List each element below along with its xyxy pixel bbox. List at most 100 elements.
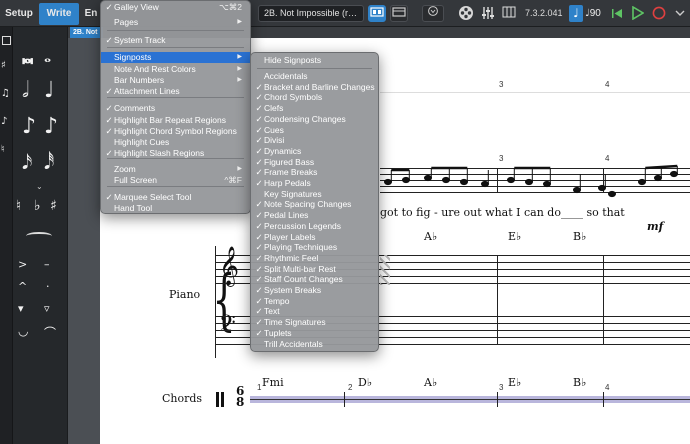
tab-engrave[interactable]: En [80, 3, 102, 25]
menu-item-highlight-bar-repeat-regions[interactable]: ✓ Highlight Bar Repeat Regions [101, 115, 250, 126]
signpost-item-text[interactable]: ✓ Text [251, 306, 378, 317]
sixteenth-note-icon[interactable]: 𝅘𝅥𝅯 [22, 150, 32, 174]
signpost-item-staff-count-changes[interactable]: ✓ Staff Count Changes [251, 274, 378, 285]
signpost-item-accidentals[interactable]: Accidentals [251, 71, 378, 82]
menu-item-hand-tool[interactable]: Hand Tool [101, 203, 250, 214]
menu-item-label: Dynamics [264, 145, 302, 156]
signpost-item-figured-bass[interactable]: ✓ Figured Bass [251, 157, 378, 168]
chevron-down-icon[interactable]: ⌄ [36, 182, 43, 191]
menu-item-highlight-cues[interactable]: Highlight Cues [101, 137, 250, 148]
marcato-icon[interactable]: ^ [18, 280, 27, 293]
flow-tab[interactable]: 2B. Not [70, 27, 103, 38]
layout-select[interactable]: 2B. Not Impossible (r… [258, 5, 364, 22]
signpost-item-rhythmic-feel[interactable]: ✓ Rhythmic Feel [251, 253, 378, 264]
toggle-panel-button[interactable] [390, 5, 408, 22]
submenu-arrow-icon: ▶ [237, 66, 242, 72]
signpost-item-dynamics[interactable]: ✓ Dynamics [251, 146, 378, 157]
signpost-item-playing-techniques[interactable]: ✓ Playing Techniques [251, 242, 378, 253]
half-note-icon[interactable]: 𝅗𝅥 [22, 78, 29, 103]
signpost-item-tempo[interactable]: ✓ Tempo [251, 296, 378, 307]
view-menu: ✓ Galley View ⌥⌘2 Pages ▶ ✓ System Track Signpo… [100, 0, 251, 214]
menu-item-zoom[interactable]: Zoom ▶ [101, 164, 250, 175]
slur-icon[interactable] [26, 232, 52, 240]
menu-item-highlight-chord-symbol-regions[interactable]: ✓ Highlight Chord Symbol Regions [101, 126, 250, 137]
signpost-item-condensing-changes[interactable]: ✓ Condensing Changes [251, 114, 378, 125]
signpost-item-bracket-and-barline-changes[interactable]: ✓ Bracket and Barline Changes [251, 82, 378, 93]
tool-icon-1[interactable]: ♯ [1, 60, 6, 71]
menu-item-system-track[interactable]: ✓ System Track [101, 35, 250, 46]
menu-item-label: Condensing Changes [264, 113, 346, 124]
select-tool-icon[interactable] [2, 36, 11, 45]
tenuto-icon[interactable]: – [44, 258, 50, 271]
more-button[interactable] [673, 6, 687, 20]
flat-icon[interactable]: ♭ [34, 198, 41, 214]
staccato-icon[interactable]: · [46, 280, 50, 293]
thirtysecond-note-icon[interactable]: 𝅘𝅥𝅰 [44, 150, 54, 174]
menu-item-attachment-lines[interactable]: ✓ Attachment Lines [101, 86, 250, 97]
menu-item-note-and-rest-colors[interactable]: Note And Rest Colors ▶ [101, 64, 250, 75]
bass-clef-icon: 𝄢 [219, 311, 236, 341]
tool-icon-3[interactable]: ♪ [1, 116, 7, 127]
signpost-item-player-labels[interactable]: ✓ Player Labels [251, 232, 378, 243]
menu-item-comments[interactable]: ✓ Comments [101, 103, 250, 114]
barline [603, 392, 604, 407]
signpost-item-harp-pedals[interactable]: ✓ Harp Pedals [251, 178, 378, 189]
layout-icon-button[interactable] [368, 5, 386, 22]
signpost-item-clefs[interactable]: ✓ Clefs [251, 103, 378, 114]
tool-icon-4[interactable]: ♮ [1, 144, 5, 155]
staccatissimo-icon[interactable]: ▾ [18, 302, 24, 315]
slash-region [380, 255, 390, 285]
video-button[interactable] [455, 5, 477, 22]
play-button[interactable] [632, 5, 645, 21]
menu-item-marquee-select-tool[interactable]: ✓ Marquee Select Tool [101, 192, 250, 203]
menu-shortcut: ⌥⌘2 [218, 2, 242, 12]
chord-symbol: D♭ [358, 376, 373, 389]
breath-icon[interactable]: ⌒ [44, 324, 56, 341]
quarter-note-icon[interactable]: ♩ [44, 78, 54, 103]
eighth-note-icon[interactable]: ♪ [22, 114, 36, 139]
double-flat-icon[interactable]: ♮ [16, 198, 21, 214]
keyboard-button[interactable] [500, 5, 518, 22]
time-signature-bottom: 8 [236, 395, 245, 409]
menu-item-full-screen[interactable]: Full Screen ^⌘F [101, 175, 250, 186]
menu-item-signposts[interactable]: Signposts ▶ [101, 52, 250, 63]
layout-icon [370, 7, 384, 17]
signpost-item-system-breaks[interactable]: ✓ System Breaks [251, 285, 378, 296]
menu-item-bar-numbers[interactable]: Bar Numbers ▶ [101, 75, 250, 86]
signpost-item-divisi[interactable]: ✓ Divisi [251, 135, 378, 146]
signpost-item-split-multi-bar-rest[interactable]: ✓ Split Multi-bar Rest [251, 264, 378, 275]
wedge-icon[interactable]: ▿ [44, 302, 50, 315]
signpost-item-chord-symbols[interactable]: ✓ Chord Symbols [251, 92, 378, 103]
menu-item-pages[interactable]: Pages ▶ [101, 17, 250, 28]
accent-icon[interactable]: > [18, 258, 27, 271]
sharp-icon[interactable]: ♯ [50, 198, 57, 214]
click-toggle-icon[interactable]: ♩ [569, 5, 583, 22]
menu-item-galley-view[interactable]: ✓ Galley View ⌥⌘2 [101, 2, 250, 13]
tab-write[interactable]: Write [39, 3, 79, 25]
signpost-item-key-signatures[interactable]: Key Signatures [251, 189, 378, 200]
signpost-item-trill-accidentals[interactable]: Trill Accidentals [251, 339, 378, 350]
signpost-item-tuplets[interactable]: ✓ Tuplets [251, 328, 378, 339]
signpost-item-time-signatures[interactable]: ✓ Time Signatures [251, 317, 378, 328]
eighth-note-icon-2[interactable]: ♪ [44, 114, 58, 139]
chord-symbol: B♭ [573, 230, 587, 243]
fermata-icon[interactable]: ◡ [18, 324, 28, 338]
breve-icon[interactable]: 𝅜 [22, 44, 33, 68]
check-icon: ✓ [255, 317, 263, 328]
record-button[interactable] [652, 6, 666, 20]
signpost-item-pedal-lines[interactable]: ✓ Pedal Lines [251, 210, 378, 221]
mixer-button[interactable] [479, 5, 497, 22]
signpost-item-cues[interactable]: ✓ Cues [251, 125, 378, 136]
signpost-item-frame-breaks[interactable]: ✓ Frame Breaks [251, 167, 378, 178]
rewind-button[interactable] [611, 7, 623, 20]
signpost-item-percussion-legends[interactable]: ✓ Percussion Legends [251, 221, 378, 232]
transport-menu-button[interactable] [422, 5, 444, 22]
tab-setup[interactable]: Setup [0, 3, 38, 25]
menu-item-label: Frame Breaks [264, 167, 318, 178]
check-icon: ✓ [255, 263, 263, 274]
check-icon: ✓ [255, 103, 263, 114]
whole-note-icon[interactable]: 𝅝 [44, 46, 51, 67]
signpost-item-note-spacing-changes[interactable]: ✓ Note Spacing Changes [251, 199, 378, 210]
signpost-item-hide-signposts[interactable]: Hide Signposts [251, 55, 378, 66]
tool-icon-2[interactable]: ♫ [1, 88, 10, 99]
